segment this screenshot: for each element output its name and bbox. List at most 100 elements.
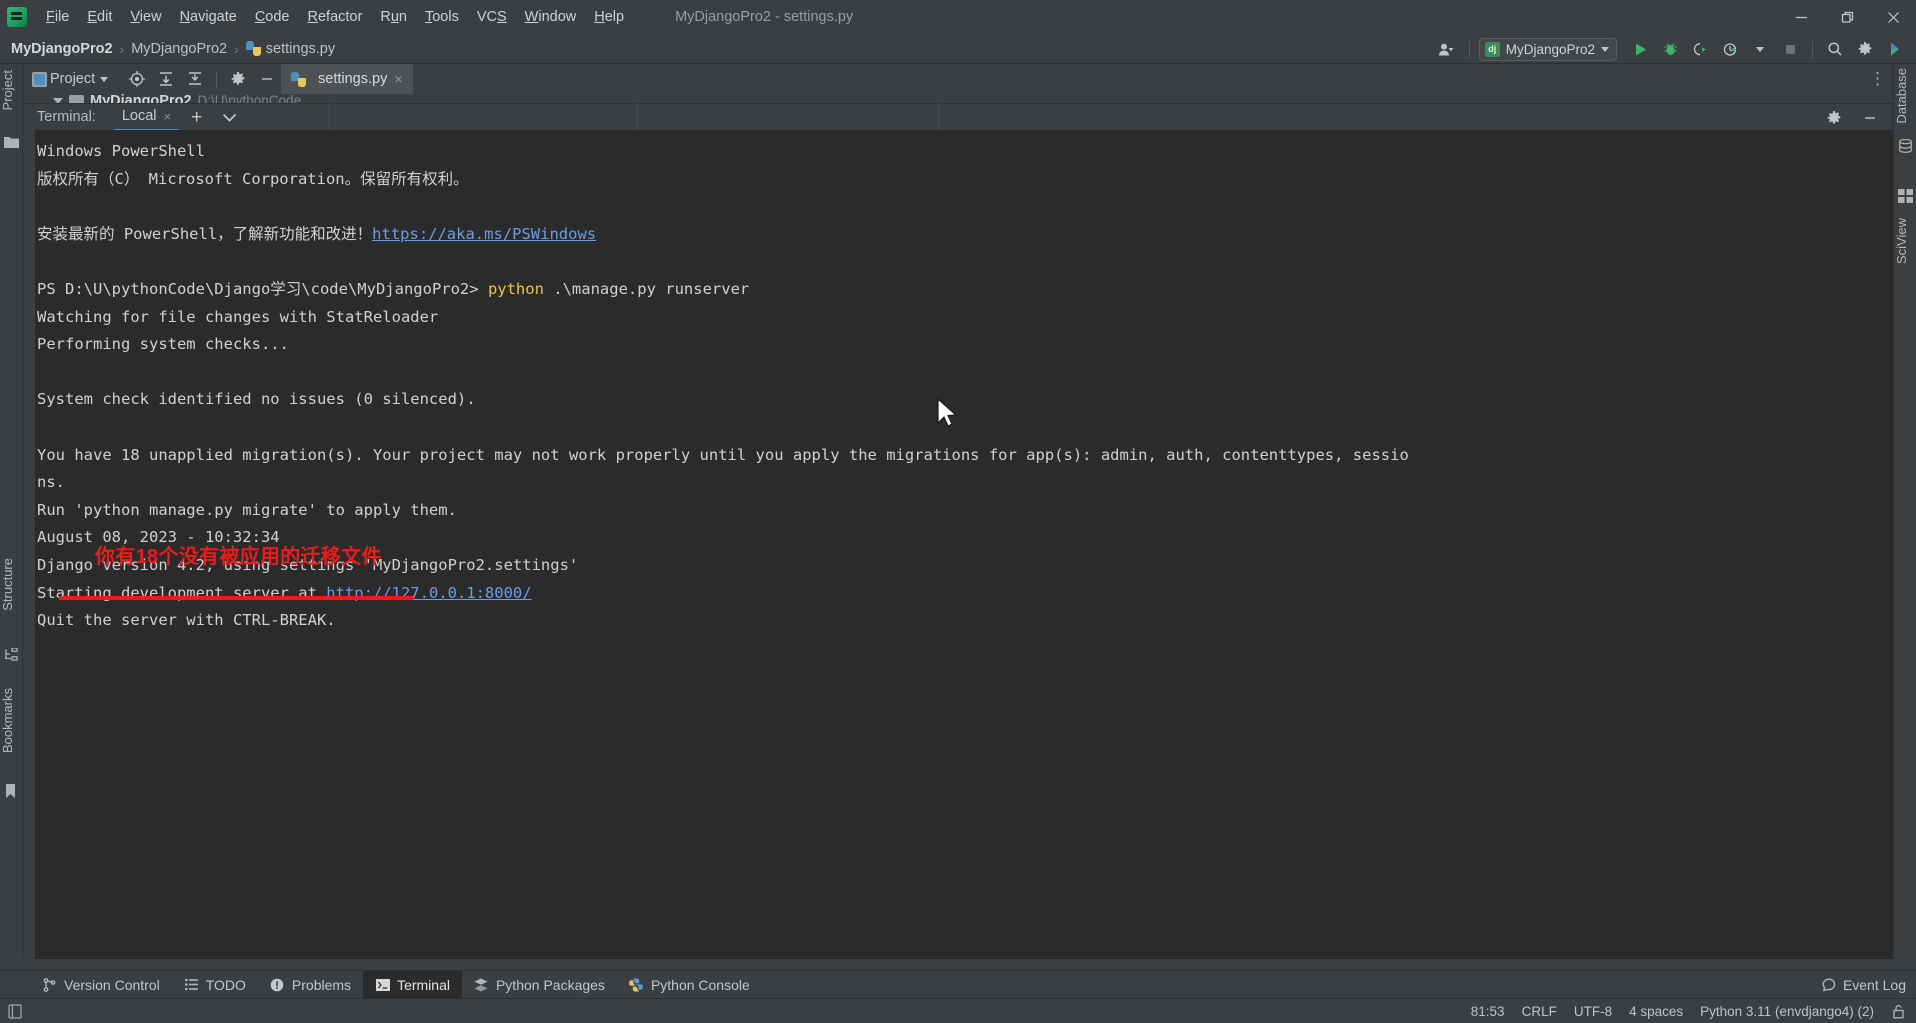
- caret-position[interactable]: 81:53: [1471, 1004, 1505, 1019]
- expand-all-icon[interactable]: [153, 67, 179, 91]
- minimize-icon[interactable]: [1778, 0, 1824, 34]
- menu-item-navigate[interactable]: Navigate: [171, 4, 246, 30]
- chevron-down-icon[interactable]: [100, 76, 109, 82]
- python-interpreter[interactable]: Python 3.11 (envdjango4) (2): [1700, 1004, 1874, 1019]
- terminal-tab-label: Local: [121, 108, 157, 124]
- project-panel-title: Project: [50, 71, 96, 87]
- indent-setting[interactable]: 4 spaces: [1629, 1004, 1683, 1019]
- breadcrumb-item-1[interactable]: MyDjangoPro2: [131, 41, 227, 57]
- editor-tab-settings-py[interactable]: settings.py ×: [281, 64, 413, 94]
- run-configuration-label: MyDjangoPro2: [1505, 41, 1595, 57]
- debug-icon[interactable]: [1657, 37, 1683, 61]
- breadcrumb-item-2[interactable]: settings.py: [266, 41, 335, 57]
- sidebar-item-project[interactable]: Project: [0, 66, 23, 114]
- terminal-gutter: [23, 130, 35, 959]
- editor-tab-label: settings.py: [318, 71, 388, 87]
- menu-item-edit[interactable]: Edit: [78, 4, 121, 30]
- search-everywhere-icon[interactable]: [1822, 37, 1848, 61]
- problems-warning-icon: [270, 977, 285, 992]
- close-icon[interactable]: ×: [394, 72, 402, 86]
- close-icon[interactable]: [1870, 0, 1916, 34]
- terminal-line: Windows PowerShell: [37, 142, 205, 160]
- sidebar-item-sciview[interactable]: SciView: [1894, 214, 1916, 268]
- chevron-down-icon[interactable]: [1747, 37, 1773, 61]
- settings-gear-icon[interactable]: [1852, 37, 1878, 61]
- tool-window-label: Terminal: [397, 976, 450, 993]
- chevron-down-icon[interactable]: [214, 113, 245, 122]
- terminal-line: 版权所有（C） Microsoft Corporation。保留所有权利。: [37, 169, 469, 188]
- account-icon[interactable]: [1434, 37, 1460, 61]
- python-console-icon: [629, 977, 644, 992]
- database-icon[interactable]: [1898, 138, 1913, 154]
- tool-window-label: Python Packages: [495, 976, 605, 993]
- more-options-icon[interactable]: ⋮: [1869, 64, 1886, 94]
- event-log-icon: [1822, 977, 1837, 992]
- file-encoding[interactable]: UTF-8: [1574, 1004, 1612, 1019]
- menu-item-refactor[interactable]: Refactor: [299, 4, 372, 30]
- menu-item-window[interactable]: Window: [516, 4, 586, 30]
- main-toolbar: dj MyDjangoPro2: [1434, 34, 1908, 64]
- event-log-button[interactable]: Event Log: [1822, 977, 1906, 993]
- stop-icon[interactable]: [1777, 37, 1803, 61]
- run-icon[interactable]: [1627, 37, 1653, 61]
- tool-window-python-console[interactable]: Python Console: [617, 971, 762, 999]
- gear-icon[interactable]: [225, 67, 251, 91]
- select-opened-file-icon[interactable]: [124, 67, 150, 91]
- tool-window-todo[interactable]: TODO: [172, 971, 258, 999]
- sidebar-item-bookmarks[interactable]: Bookmarks: [0, 684, 23, 757]
- gear-icon[interactable]: [1821, 106, 1847, 130]
- collapse-all-icon[interactable]: [182, 67, 208, 91]
- terminal-line: Performing system checks...: [37, 335, 289, 354]
- terminal-label: Terminal:: [37, 109, 96, 125]
- pycharm-window: File Edit View Navigate Code Refactor Ru…: [0, 0, 1916, 1023]
- pycharm-logo-icon: [7, 7, 27, 27]
- ide-updates-icon[interactable]: [1882, 37, 1908, 61]
- sciview-grid-icon[interactable]: [1898, 189, 1913, 204]
- run-with-coverage-icon[interactable]: [1687, 37, 1713, 61]
- tool-window-label: Version Control: [64, 976, 160, 993]
- terminal-line: Run 'python manage.py migrate' to apply …: [37, 500, 457, 519]
- structure-icon[interactable]: [4, 647, 19, 663]
- terminal-line: System check identified no issues (0 sil…: [37, 390, 476, 409]
- minimize-panel-icon[interactable]: [1857, 106, 1883, 130]
- layout-toggle-icon[interactable]: [7, 1003, 22, 1019]
- tool-window-python-packages[interactable]: Python Packages: [462, 971, 617, 999]
- menu-item-tools[interactable]: Tools: [416, 4, 468, 30]
- menu-item-run[interactable]: Run: [371, 4, 416, 30]
- restore-icon[interactable]: [1824, 0, 1870, 34]
- annotation-underline: [59, 596, 413, 600]
- menu-item-help[interactable]: Help: [585, 4, 633, 30]
- tool-window-version-control[interactable]: Version Control: [30, 971, 172, 999]
- panel-divider: [216, 70, 218, 88]
- run-configuration-selector[interactable]: dj MyDjangoPro2: [1478, 37, 1617, 61]
- menu-item-view[interactable]: View: [121, 4, 170, 30]
- terminal-line-text: 安装最新的 PowerShell，了解新功能和改进！: [37, 224, 373, 243]
- tool-window-label: Python Console: [650, 976, 750, 993]
- menu-item-file[interactable]: File: [37, 4, 78, 30]
- hide-panel-icon[interactable]: [254, 67, 280, 91]
- plus-icon[interactable]: +: [179, 108, 214, 127]
- unlocked-icon[interactable]: [1891, 1004, 1906, 1019]
- tool-window-terminal[interactable]: Terminal: [363, 970, 462, 999]
- terminal-line: 安装最新的 PowerShell，了解新功能和改进！https://aka.ms…: [37, 221, 1893, 249]
- sidebar-item-structure[interactable]: Structure: [0, 554, 23, 615]
- tool-window-problems[interactable]: Problems: [258, 971, 363, 999]
- terminal-output[interactable]: Windows PowerShell 版权所有（C） Microsoft Cor…: [35, 130, 1893, 959]
- bookmark-icon[interactable]: [4, 784, 19, 799]
- sidebar-item-database[interactable]: Database: [1894, 64, 1916, 128]
- terminal-line: ns.: [37, 473, 65, 492]
- window-title: MyDjangoPro2 - settings.py: [675, 9, 854, 25]
- terminal-header-divider: [938, 103, 939, 130]
- menu-item-code[interactable]: Code: [246, 4, 299, 30]
- folder-icon[interactable]: [4, 136, 19, 151]
- terminal-line: Quit the server with CTRL-BREAK.: [37, 611, 336, 630]
- breadcrumb-item-0[interactable]: MyDjangoPro2: [11, 41, 113, 57]
- menu-item-vcs[interactable]: VCS: [468, 4, 516, 30]
- profiler-icon[interactable]: [1717, 37, 1743, 61]
- close-icon[interactable]: ×: [164, 109, 172, 124]
- window-controls: [1778, 0, 1916, 34]
- terminal-tab-local[interactable]: Local ×: [113, 104, 180, 131]
- powershell-update-link[interactable]: https://aka.ms/PSWindows: [372, 225, 596, 243]
- line-separator[interactable]: CRLF: [1522, 1004, 1557, 1019]
- toolbar-divider: [1812, 40, 1813, 58]
